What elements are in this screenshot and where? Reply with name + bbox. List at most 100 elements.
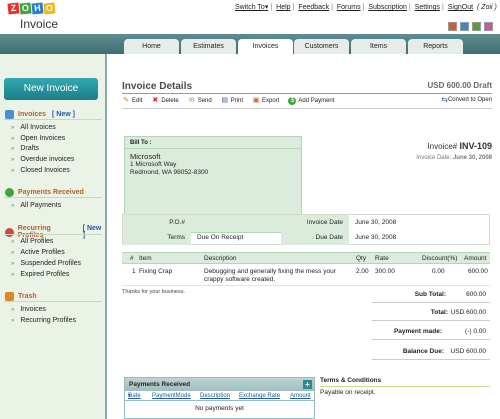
tab-estimates[interactable]: Estimates: [181, 39, 236, 54]
add-icon[interactable]: +: [303, 380, 312, 389]
subtotal-label: Sub Total:: [414, 291, 446, 298]
add-payment-button[interactable]: $ Add Payment: [288, 97, 334, 105]
sidebar-section-invoices: Invoices [ New ]: [5, 110, 75, 119]
feedback-link[interactable]: Feedback: [298, 4, 329, 11]
sidebar-item-open-invoices[interactable]: Open Invoices: [11, 135, 65, 142]
subtotal-value: 600.00: [466, 291, 486, 298]
sidebar-item-trash-invoices[interactable]: Invoices: [11, 306, 46, 313]
row-amount: 600.00: [468, 268, 488, 275]
tab-items[interactable]: Items: [351, 39, 406, 54]
sidebar-item-trash-recurring[interactable]: Recurring Profiles: [11, 317, 76, 324]
row-description: Debugging and generally fixing the mess …: [204, 268, 336, 283]
print-button[interactable]: ▤ Print: [221, 97, 243, 105]
tab-invoices[interactable]: Invoices: [238, 39, 293, 55]
signout-link[interactable]: SignOut: [448, 4, 473, 11]
forums-link[interactable]: Forums: [337, 4, 361, 11]
theme-swatch-1[interactable]: [448, 22, 457, 31]
edit-button[interactable]: ✎ Edit: [122, 97, 142, 105]
delete-button[interactable]: ✖ Delete: [151, 97, 178, 105]
main-content: Invoice Details USD 600.00 Draft ✎ Edit ✖…: [110, 54, 500, 419]
tab-home[interactable]: Home: [124, 39, 179, 54]
product-name: Invoice: [20, 17, 59, 31]
trash-icon: [5, 292, 14, 301]
sidebar-item-suspended-profiles[interactable]: Suspended Profiles: [11, 260, 81, 267]
switch-to-link[interactable]: Switch To▾: [235, 4, 268, 11]
bill-to-company: Microsoft: [130, 152, 161, 161]
balance-due-label: Balance Due:: [402, 348, 444, 355]
total-value: USD 600.00: [450, 309, 486, 316]
subscription-link[interactable]: Subscription: [368, 4, 407, 11]
col-qty: Qty: [356, 255, 367, 262]
section-title-payments: Payments Received: [18, 189, 84, 196]
bill-to-address-line2: Redmond, WA 98052-8300: [130, 169, 209, 176]
col-date[interactable]: Date ▾: [128, 391, 141, 401]
row-discount: 0.00: [432, 268, 445, 275]
col-discount: Discount(%): [422, 255, 458, 262]
pencil-icon: ✎: [123, 97, 129, 104]
new-invoice-link[interactable]: [ New ]: [52, 111, 75, 118]
tab-customers[interactable]: Customers: [294, 39, 349, 54]
bill-to-label: Bill To :: [125, 137, 301, 149]
user-name: ( Zoii ): [477, 4, 497, 11]
logo-letter-z: Z: [7, 2, 20, 15]
new-recurring-link[interactable]: [ New ]: [83, 225, 105, 239]
sidebar-section-recurring: Recurring Profiles [ New ]: [5, 225, 105, 239]
bill-to-address-line1: 1 Microsoft Way: [130, 161, 177, 168]
col-amount: Amount: [464, 255, 487, 262]
printer-icon: ▤: [221, 97, 229, 104]
sidebar: New Invoice Invoices [ New ] All Invoice…: [0, 54, 107, 419]
sidebar-section-payments: Payments Received: [5, 188, 84, 197]
po-label: P.O.#: [123, 215, 191, 230]
invoice-amount-status: USD 600.00 Draft: [427, 81, 492, 90]
sidebar-section-trash: Trash: [5, 292, 37, 301]
tab-reports[interactable]: Reports: [408, 39, 463, 54]
theme-swatch-2[interactable]: [460, 22, 469, 31]
sidebar-item-active-profiles[interactable]: Active Profiles: [11, 249, 64, 256]
settings-link[interactable]: Settings: [415, 4, 440, 11]
recurring-icon: [5, 227, 14, 237]
no-payments-message: No payments yet: [195, 405, 244, 412]
export-icon: ▣: [252, 97, 260, 104]
col-exchange-rate[interactable]: Exchange Rate: [239, 391, 280, 401]
invoice-number: Invoice# INV-109: [427, 141, 492, 151]
col-number: #: [130, 255, 134, 262]
logo-letter-h: H: [31, 2, 44, 15]
sidebar-item-all-payments[interactable]: All Payments: [11, 202, 61, 209]
section-title-invoices: Invoices: [18, 111, 47, 118]
terms-conditions: Terms & Conditions Payable on receipt.: [320, 377, 490, 396]
sidebar-item-drafts[interactable]: Drafts: [11, 145, 39, 152]
chevron-down-icon: ▾: [264, 4, 269, 11]
sidebar-item-all-profiles[interactable]: All Profiles: [11, 238, 53, 245]
notes: Thanks for your business.: [122, 289, 185, 295]
items-table: # Item Description Qty Rate Discount(%) …: [122, 252, 490, 286]
col-pay-description[interactable]: Description: [200, 391, 230, 401]
invoice-toolbar: ✎ Edit ✖ Delete ✉ Send ▤ Print ▣ Export $ Add …: [122, 95, 492, 107]
col-payment-mode[interactable]: PaymentMode: [152, 391, 191, 401]
export-button[interactable]: ▣ Export: [252, 97, 280, 105]
theme-swatch-4[interactable]: [484, 22, 493, 31]
page-title: Invoice Details: [122, 81, 193, 92]
col-rate: Rate: [375, 255, 389, 262]
sidebar-item-all-invoices[interactable]: All Invoices: [11, 124, 55, 131]
balance-due-value: USD 600.00: [450, 348, 486, 355]
col-description: Description: [204, 255, 237, 262]
send-button[interactable]: ✉ Send: [188, 97, 212, 105]
due-date-label: Due Date: [281, 230, 349, 245]
section-title-trash: Trash: [18, 293, 37, 300]
col-pay-amount[interactable]: Amount: [290, 391, 311, 401]
help-link[interactable]: Help: [276, 4, 290, 11]
sidebar-item-expired-profiles[interactable]: Expired Profiles: [11, 271, 69, 278]
convert-to-open-button[interactable]: ⇆ Convert to Open: [441, 95, 492, 104]
payments-received-panel: Payments Received + Date ▾ PaymentMode De…: [124, 377, 315, 419]
sidebar-item-overdue-invoices[interactable]: Overdue invoices: [11, 156, 74, 163]
payments-columns: Date ▾ PaymentMode Description Exchange R…: [125, 391, 314, 401]
section-title-recurring: Recurring Profiles: [17, 225, 51, 239]
switch-to-label: Switch To: [235, 4, 265, 11]
sidebar-item-closed-invoices[interactable]: Closed Invoices: [11, 167, 69, 174]
envelope-icon: ✉: [188, 97, 195, 104]
theme-swatch-3[interactable]: [472, 22, 481, 31]
logo-letter-o2: O: [43, 2, 56, 15]
new-invoice-button[interactable]: New Invoice: [4, 78, 98, 100]
zoho-logo[interactable]: Z O H O: [7, 2, 56, 15]
invoice-icon: [5, 110, 14, 119]
